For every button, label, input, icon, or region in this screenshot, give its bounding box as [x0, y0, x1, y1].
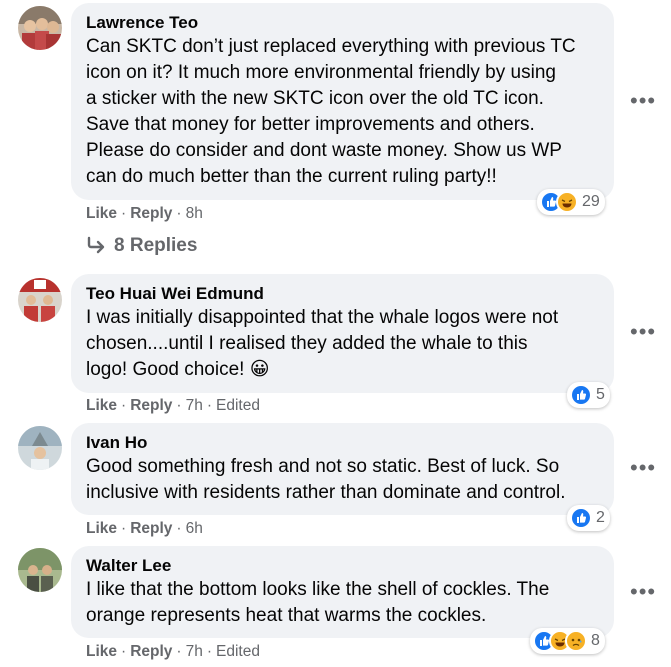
comment-text: I was initially disappointed that the wh…	[86, 305, 599, 383]
reply-link[interactable]: Reply	[130, 205, 172, 222]
haha-reaction-icon	[556, 191, 578, 213]
comment-line: a sticker with the new SKTC icon over th…	[86, 88, 544, 109]
comment-text: Can SKTC don’t just replaced everything …	[86, 34, 599, 190]
reaction-count: 2	[596, 509, 605, 526]
comment-text: Good something fresh and not so static. …	[86, 454, 599, 506]
reaction-count: 29	[582, 193, 600, 210]
sad-reaction-icon	[565, 630, 587, 652]
reactions-summary[interactable]: 8	[530, 628, 605, 654]
edited-label[interactable]: Edited	[216, 397, 260, 414]
timestamp[interactable]: 7h	[186, 397, 203, 414]
separator: ·	[176, 643, 182, 660]
like-link[interactable]: Like	[86, 520, 117, 537]
comment-actions: Like · Reply · 7h · Edited	[86, 643, 260, 661]
reaction-count: 8	[591, 632, 600, 649]
comment-actions: Like · Reply · 8h	[86, 205, 203, 223]
reaction-count: 5	[596, 386, 605, 403]
like-reaction-icon	[570, 507, 592, 529]
comment-line: Save that money for better improvements …	[86, 114, 535, 135]
timestamp[interactable]: 8h	[186, 205, 203, 222]
separator: ·	[121, 643, 127, 660]
comment-line: logo! Good choice! 😀	[86, 359, 270, 380]
comment-line: chosen....until I realised they added th…	[86, 333, 528, 354]
more-options-icon[interactable]: •••	[630, 581, 656, 603]
reactions-summary[interactable]: 2	[567, 505, 610, 531]
comment-author[interactable]: Walter Lee	[86, 555, 599, 577]
comment-author[interactable]: Lawrence Teo	[86, 12, 599, 34]
like-link[interactable]: Like	[86, 397, 117, 414]
comment-bubble: Ivan Ho Good something fresh and not so …	[71, 423, 614, 515]
separator: ·	[121, 205, 127, 222]
avatar[interactable]	[18, 426, 62, 470]
comment-line: Can SKTC don’t just replaced everything …	[86, 36, 576, 57]
comment-author[interactable]: Ivan Ho	[86, 432, 599, 454]
reply-link[interactable]: Reply	[130, 520, 172, 537]
comment-bubble: Teo Huai Wei Edmund I was initially disa…	[71, 274, 614, 393]
comment-line: can do much better than the current ruli…	[86, 166, 497, 187]
comment-actions: Like · Reply · 7h · Edited	[86, 397, 260, 415]
separator: ·	[176, 520, 182, 537]
separator: ·	[206, 397, 212, 414]
more-options-icon[interactable]: •••	[630, 90, 656, 112]
timestamp[interactable]: 7h	[186, 643, 203, 660]
comment-bubble: Walter Lee I like that the bottom looks …	[71, 546, 614, 638]
more-options-icon[interactable]: •••	[630, 457, 656, 479]
comment-line: I was initially disappointed that the wh…	[86, 307, 559, 328]
replies-label: 8 Replies	[114, 235, 198, 256]
separator: ·	[121, 397, 127, 414]
reply-link[interactable]: Reply	[130, 397, 172, 414]
comment-line: Please do consider and dont waste money.…	[86, 140, 562, 161]
comment-bubble: Lawrence Teo Can SKTC don’t just replace…	[71, 3, 614, 200]
more-options-icon[interactable]: •••	[630, 321, 656, 343]
reactions-summary[interactable]: 29	[537, 189, 605, 215]
like-link[interactable]: Like	[86, 205, 117, 222]
avatar[interactable]	[18, 278, 62, 322]
view-replies-link[interactable]: 8 Replies	[86, 235, 197, 257]
comment-line: inclusive with residents rather than dom…	[86, 482, 566, 503]
comment-actions: Like · Reply · 6h	[86, 520, 203, 538]
avatar[interactable]	[18, 548, 62, 592]
separator: ·	[121, 520, 127, 537]
comment-line: Good something fresh and not so static. …	[86, 456, 560, 477]
reactions-summary[interactable]: 5	[567, 382, 610, 408]
comment-text: I like that the bottom looks like the sh…	[86, 577, 599, 629]
like-link[interactable]: Like	[86, 643, 117, 660]
comment-line: icon on it? It much more environmental f…	[86, 62, 556, 83]
like-reaction-icon	[570, 384, 592, 406]
edited-label[interactable]: Edited	[216, 643, 260, 660]
comment-line: orange represents heat that warms the co…	[86, 605, 487, 626]
separator: ·	[176, 397, 182, 414]
reply-link[interactable]: Reply	[130, 643, 172, 660]
reply-arrow-icon	[87, 236, 105, 254]
avatar[interactable]	[18, 6, 62, 50]
separator: ·	[176, 205, 182, 222]
separator: ·	[206, 643, 212, 660]
timestamp[interactable]: 6h	[186, 520, 203, 537]
comment-author[interactable]: Teo Huai Wei Edmund	[86, 283, 599, 305]
comment-line: I like that the bottom looks like the sh…	[86, 579, 550, 600]
